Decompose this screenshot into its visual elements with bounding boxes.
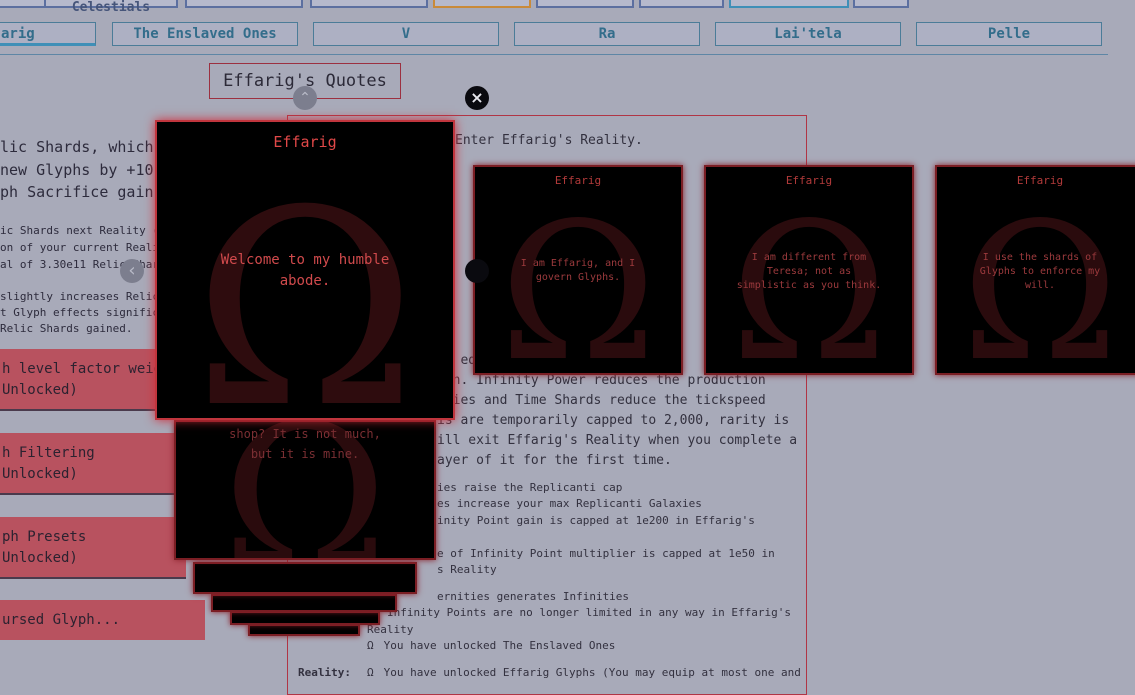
info-line-1: lic Shards, which	[0, 138, 154, 156]
reality-desc-4: is are temporarily capped to 2,000, rari…	[437, 413, 790, 428]
reward-line: es increase your max Replicanti Galaxies	[437, 497, 702, 510]
info-small-5: t Glyph effects signific	[0, 306, 159, 319]
tab-top-label: Statistics	[312, 0, 426, 1]
tab-top-recent[interactable]: Recent Runs	[185, 0, 303, 8]
quote-text: I am Effarig, and I govern Glyphs.	[520, 258, 636, 283]
tab-pelle[interactable]: Pelle	[916, 22, 1102, 46]
quote-speaker: Effarig	[1016, 174, 1064, 187]
reward-text: You have unlocked Effarig Glyphs (You ma…	[383, 666, 801, 679]
reward-enslaved: Ω You have unlocked The Enslaved Ones	[367, 639, 615, 652]
back-card-text: shop? It is not much, but it is mine.	[229, 427, 381, 461]
reward-line: Infinity Points are no longer limited in…	[387, 606, 791, 619]
tab-enslaved[interactable]: The Enslaved Ones	[112, 22, 298, 46]
quote-text: I am different from Teresa; not as simpl…	[736, 252, 882, 291]
reward-glyphs: Ω You have unlocked Effarig Glyphs (You m…	[367, 666, 801, 679]
next-quote-icon[interactable]	[465, 259, 489, 283]
tab-laitela[interactable]: Lai'tela	[715, 22, 901, 46]
tab-divider	[0, 54, 1108, 55]
reward-line: s Reality	[437, 563, 497, 576]
tab-top-statistics[interactable]: Statistics	[310, 0, 428, 8]
reward-line: e of Infinity Point multiplier is capped…	[437, 547, 775, 560]
tab-top-label: Recent Runs	[187, 0, 301, 1]
tab-top-shop[interactable]	[853, 0, 909, 8]
tab-top-teresa[interactable]: Teresa	[536, 0, 634, 8]
quote-card: Ω Effarig I am different from Teresa; no…	[704, 165, 914, 375]
tab-ra[interactable]: Ra	[514, 22, 700, 46]
quote-text: Welcome to my humble abode.	[220, 252, 390, 289]
reality-desc-2: ion. Infinity Power reduces the producti…	[437, 373, 766, 388]
reality-label: Reality:	[298, 666, 351, 679]
close-icon[interactable]: ×	[465, 86, 489, 110]
reality-desc-3: ities and Time Shards reduce the tickspe…	[437, 393, 766, 408]
tab-top-effarig[interactable]: Effarig	[433, 0, 531, 8]
upgrade-glyph-presets[interactable]: ph Presets Unlocked)	[0, 517, 186, 579]
quote-speaker: Effarig	[785, 174, 833, 187]
info-line-2: new Glyphs by +10.	[0, 161, 163, 179]
omega-icon: Ω	[367, 666, 374, 679]
upgrade-glyph-filtering[interactable]: h Filtering Unlocked)	[0, 433, 186, 495]
reward-line: ernities generates Infinities	[437, 590, 630, 603]
reward-text: You have unlocked The Enslaved Ones	[383, 639, 616, 652]
info-small-2: on of your current Reali	[0, 241, 159, 254]
quote-stack-card	[193, 562, 417, 594]
tab-top-active[interactable]: Shop	[729, 0, 849, 8]
tab-top-label: Upgrades	[641, 0, 722, 1]
reality-desc-5: ill exit Effarig's Reality when you comp…	[437, 433, 798, 448]
info-line-3: ph Sacrifice gain	[0, 183, 154, 201]
quote-card: Ω Effarig I use the shards of Glyphs to …	[935, 165, 1135, 375]
tab-top-label: Teresa	[538, 0, 632, 1]
enter-reality-text[interactable]: Enter Effarig's Reality.	[455, 133, 643, 148]
tab-top-label: Normal Celestials	[71, 0, 151, 15]
quote-speaker: Effarig	[554, 174, 602, 187]
cursed-glyph-button[interactable]: ursed Glyph...	[0, 600, 205, 640]
upgrade-title: ph Presets	[2, 529, 87, 545]
reward-line: ies raise the Replicanti cap	[437, 481, 623, 494]
upgrade-status: Unlocked)	[2, 550, 78, 566]
quote-text: I use the shards of Glyphs to enforce my…	[979, 252, 1101, 291]
quote-stack-card	[248, 624, 360, 636]
tab-effarig[interactable]: arig	[0, 22, 96, 46]
scroll-up-icon[interactable]: ⌃	[293, 86, 317, 110]
quote-stack-card	[230, 611, 380, 625]
tab-top-label: Effarig	[435, 0, 529, 1]
quote-back-card: Ω shop? It is not much, but it is mine.	[174, 420, 436, 560]
reward-line: inity Point gain is capped at 1e200 in E…	[437, 514, 755, 527]
previous-quote-icon[interactable]: ‹	[120, 259, 144, 283]
info-small-6: Relic Shards gained.	[0, 322, 133, 335]
omega-icon: Ω	[367, 639, 374, 652]
quote-stack-card	[211, 594, 397, 612]
quote-card-current: Ω Effarig Welcome to my humble abode.	[155, 120, 455, 420]
tab-top-normal-celestials[interactable]: Normal Celestials	[44, 0, 178, 15]
quote-card: Ω Effarig I am Effarig, and I govern Gly…	[473, 165, 683, 375]
info-small-1: ic Shards next Reality (	[0, 224, 159, 237]
upgrade-status: Unlocked)	[2, 466, 78, 482]
reality-desc-6: ayer of it for the first time.	[437, 453, 672, 468]
upgrade-title: h Filtering	[2, 445, 95, 461]
quote-speaker: Effarig	[273, 133, 337, 151]
tab-top-label: Shop	[731, 0, 847, 1]
info-small-4: slightly increases Relic	[0, 290, 159, 303]
tab-v[interactable]: V	[313, 22, 499, 46]
tab-top-upgrades[interactable]: Upgrades	[639, 0, 724, 8]
